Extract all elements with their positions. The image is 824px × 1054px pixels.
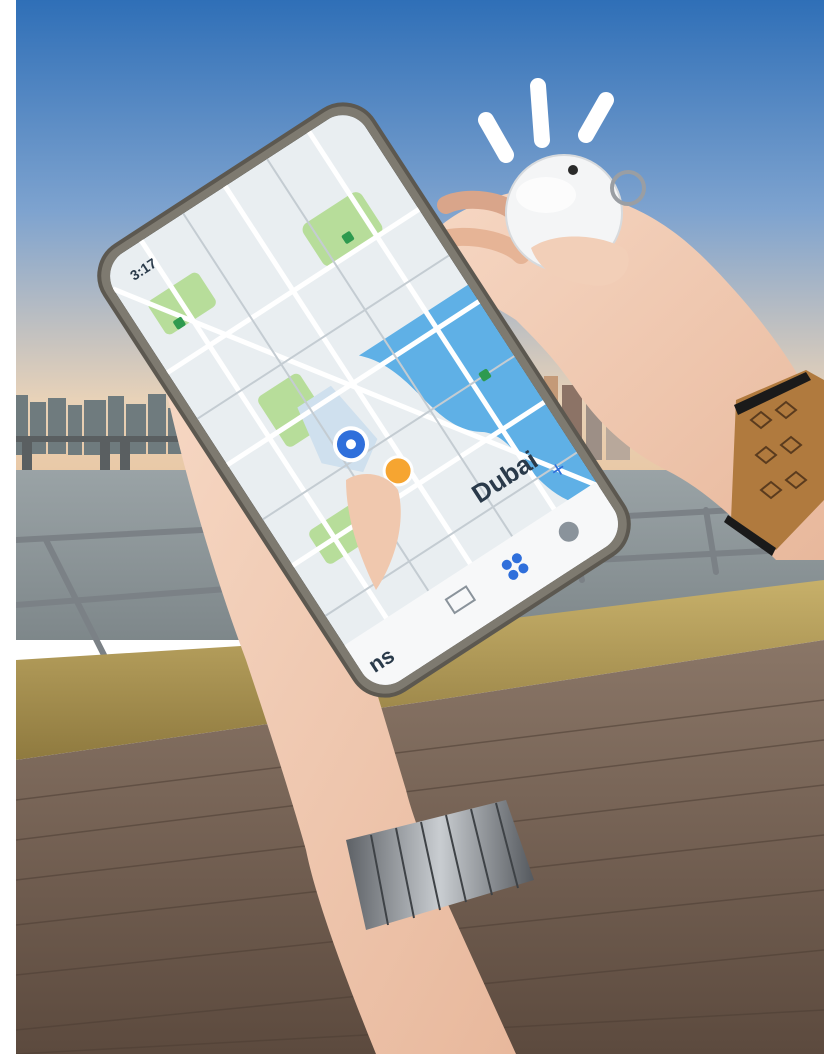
photo-scene: 3:17 Dubai ns + bbox=[16, 0, 824, 1054]
photo-illustration: 3:17 Dubai ns + bbox=[16, 0, 824, 1054]
